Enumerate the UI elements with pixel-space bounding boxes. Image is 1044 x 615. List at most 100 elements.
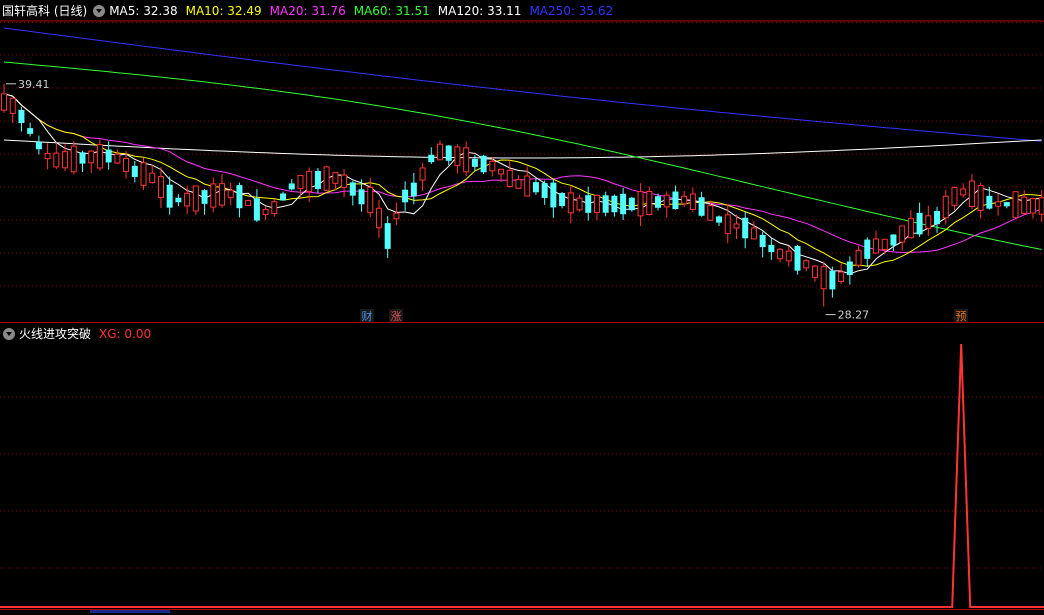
candle-body: [70, 145, 77, 173]
candle-body: [768, 244, 775, 253]
candle-body: [9, 97, 16, 114]
candle-body: [1003, 202, 1010, 207]
candle-body: [968, 180, 975, 208]
candle-body: [498, 168, 505, 175]
candle-body: [672, 191, 679, 210]
candle-body: [184, 192, 191, 207]
candle-body: [367, 186, 374, 214]
candle-body: [123, 157, 130, 173]
candle-body: [611, 195, 618, 213]
candle-body: [864, 239, 871, 259]
candle-body: [907, 217, 914, 239]
candle-body: [724, 214, 731, 235]
candle-body: [480, 155, 487, 173]
candle-body: [140, 162, 147, 186]
candle-body: [681, 195, 688, 205]
candle-body: [210, 183, 217, 208]
candle-body: [689, 193, 696, 210]
candle-body: [942, 195, 949, 219]
candle-body: [149, 172, 156, 183]
candle-body: [428, 154, 435, 163]
candle-body: [253, 198, 260, 221]
candle-body: [899, 225, 906, 243]
candle-body: [192, 185, 199, 212]
candle-body: [951, 186, 958, 206]
candle-body: [314, 170, 321, 190]
candle-body: [646, 190, 653, 216]
candle-body: [873, 238, 879, 254]
candle-body: [663, 194, 670, 208]
candle-body: [358, 189, 365, 205]
candle-body: [960, 188, 967, 196]
candle-body: [637, 191, 644, 217]
event-marker-2: 预: [956, 310, 967, 323]
candle-body: [105, 149, 112, 163]
candle-body: [262, 208, 269, 216]
candle-body: [88, 150, 95, 164]
candle-body: [201, 190, 208, 204]
candle-body: [445, 145, 452, 161]
candle-body: [1012, 191, 1019, 219]
candle-body: [803, 260, 810, 269]
candle-body: [332, 172, 339, 184]
candle-body: [62, 151, 69, 169]
candle-body: [306, 170, 313, 193]
candle-body: [506, 169, 513, 187]
candle-body: [489, 160, 496, 172]
candle-body: [934, 211, 941, 225]
ma20-line: [3, 93, 1042, 254]
candle-body: [777, 248, 784, 260]
candle-body: [576, 197, 583, 211]
candle-body: [271, 201, 278, 215]
candle-body: [1021, 196, 1028, 215]
candle-body: [567, 192, 574, 214]
stock-chart[interactable]: 39.41 28.27 财 涨 预: [0, 0, 1044, 615]
ma250-line: [3, 27, 1042, 142]
high-price-label: 39.41: [18, 78, 50, 91]
candle-body: [585, 195, 592, 213]
candle-body: [532, 182, 539, 193]
event-marker-1: 涨: [391, 310, 402, 323]
candle-body: [375, 207, 382, 229]
candle-body: [288, 183, 295, 190]
candle-body: [733, 223, 740, 229]
candle-body: [881, 238, 888, 251]
candle-body: [890, 234, 897, 246]
candle-body: [977, 185, 984, 211]
candle-body: [707, 205, 714, 221]
candle-body: [829, 270, 836, 290]
candle-body: [593, 195, 600, 213]
candle-body: [559, 192, 566, 207]
candle-body: [524, 175, 531, 197]
ma60-line: [3, 61, 1042, 250]
candle-body: [245, 200, 252, 206]
candle-body: [550, 182, 557, 208]
candle-body: [44, 153, 51, 160]
candle-body: [655, 196, 661, 208]
candle-body: [454, 146, 461, 166]
candle-body: [995, 201, 1002, 207]
candle-body: [402, 189, 409, 203]
scrollbar-thumb: [90, 610, 170, 613]
candle-body: [297, 174, 304, 190]
candle-body: [846, 261, 853, 275]
candle-body: [437, 143, 443, 161]
candle-body: [341, 174, 348, 188]
candle-body: [1029, 198, 1036, 214]
candle-body: [820, 266, 827, 290]
candle-body: [742, 217, 749, 239]
candle-body: [541, 183, 548, 198]
candle-body: [925, 215, 932, 229]
candle-body: [419, 167, 426, 181]
candle-body: [236, 185, 243, 209]
candle-body: [157, 176, 164, 198]
candle-body: [698, 197, 705, 216]
candle-body: [602, 195, 609, 213]
candle-body: [227, 189, 234, 199]
candle-body: [1038, 197, 1044, 215]
event-marker-0: 财: [362, 309, 373, 323]
candle-body: [750, 227, 757, 240]
candle-body: [916, 212, 923, 235]
candle-body: [620, 193, 627, 215]
candle-body: [838, 271, 845, 283]
